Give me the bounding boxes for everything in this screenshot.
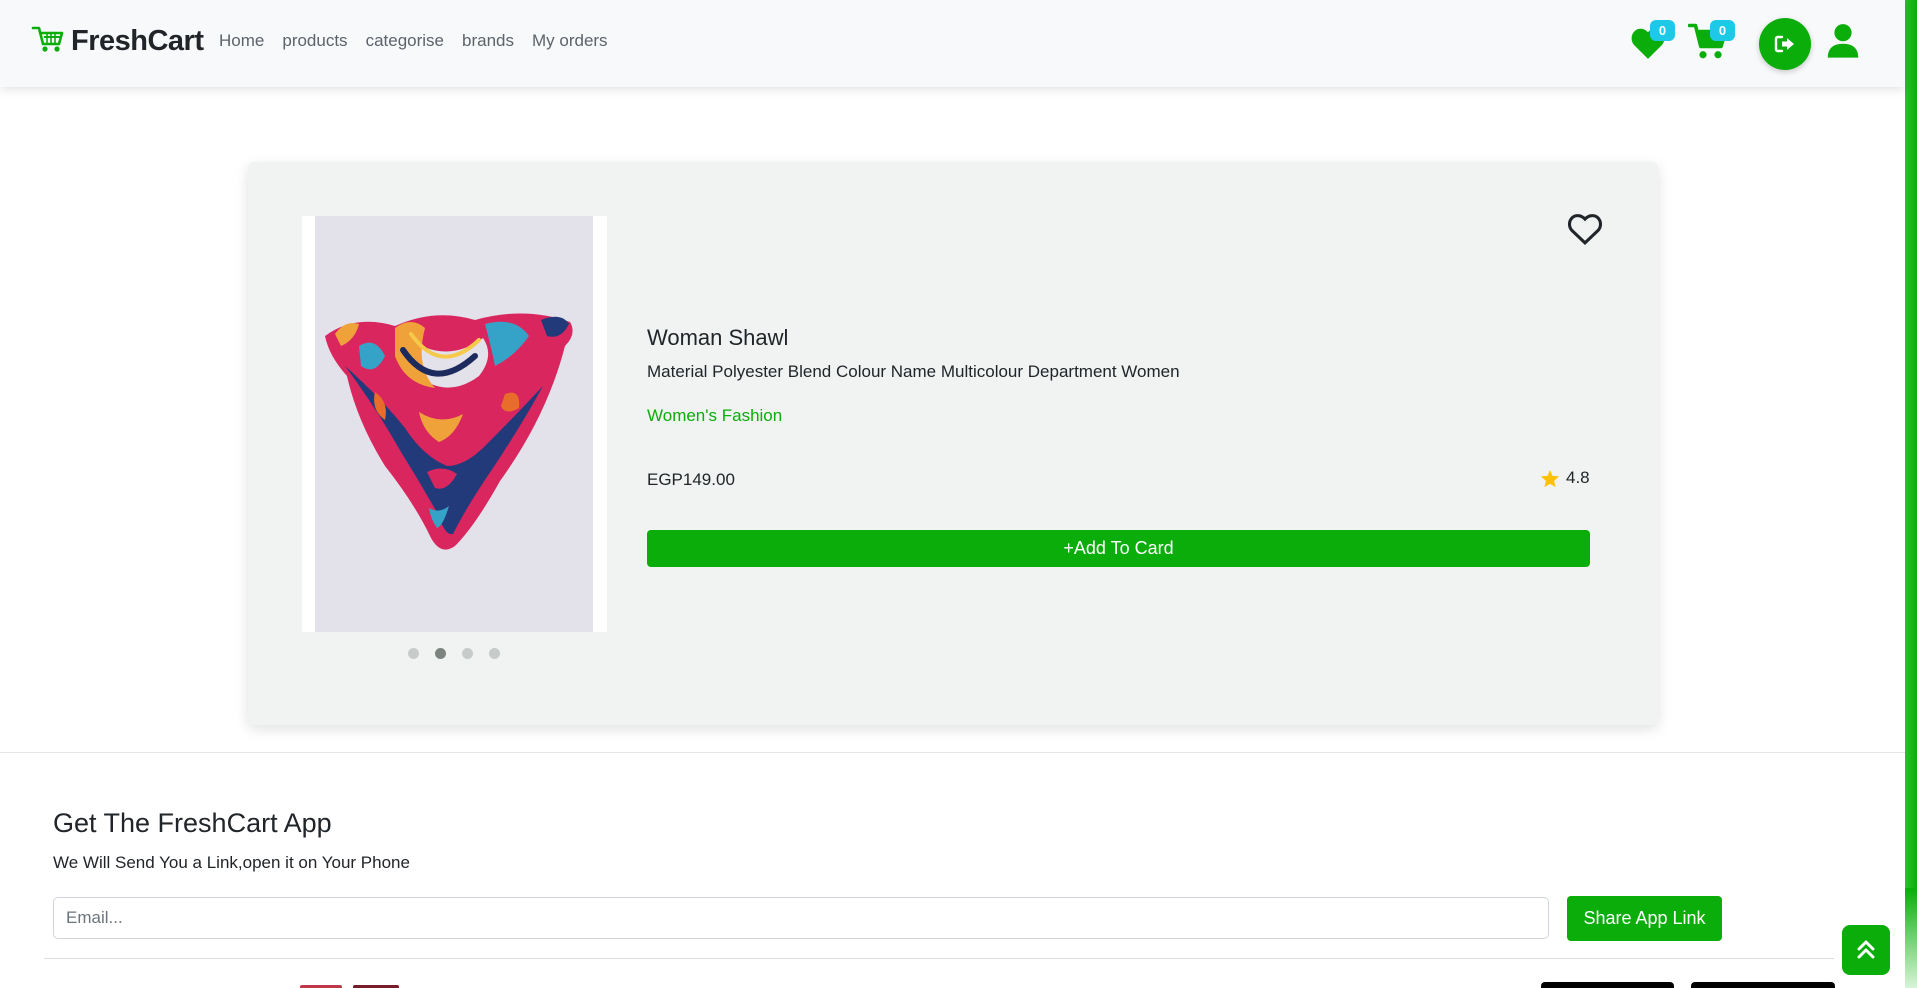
add-to-wishlist-button[interactable] [1566, 212, 1604, 251]
logout-icon [1774, 35, 1794, 53]
star-icon [1540, 469, 1560, 487]
product-description: Material Polyester Blend Colour Name Mul… [647, 362, 1180, 381]
user-icon [1827, 24, 1859, 58]
google-play-badge[interactable] [1691, 982, 1835, 988]
product-card: Woman Shawl Material Polyester Blend Col… [248, 162, 1658, 725]
scrollbar-thumb[interactable] [1905, 888, 1917, 988]
product-image-carousel[interactable] [302, 216, 607, 632]
nav-link-brands[interactable]: brands [462, 31, 514, 51]
page-scrollbar[interactable] [1905, 0, 1917, 988]
nav-link-my-orders[interactable]: My orders [532, 31, 608, 51]
nav-links: Home products categorise brands My order… [219, 31, 608, 51]
brand-name: FreshCart [71, 25, 204, 57]
carousel-dot[interactable] [489, 648, 500, 659]
carousel-dot[interactable] [408, 648, 419, 659]
heart-outline-icon [1567, 214, 1603, 246]
rating-value: 4.8 [1566, 468, 1590, 487]
carousel-dots [408, 648, 500, 659]
cart-count-badge: 0 [1710, 20, 1735, 41]
footer-title: Get The FreshCart App [53, 808, 332, 838]
brand-logo[interactable]: FreshCart [31, 24, 204, 59]
wishlist-button[interactable]: 0 [1629, 20, 1675, 66]
add-to-cart-button[interactable]: +Add To Card [647, 530, 1590, 567]
nav-link-home[interactable]: Home [219, 31, 264, 51]
product-category: Women's Fashion [647, 406, 783, 425]
nav-link-categories[interactable]: categorise [366, 31, 444, 51]
carousel-dot-active[interactable] [435, 648, 446, 659]
product-rating: 4.8 [1540, 468, 1590, 488]
navbar: FreshCart Home products categorise brand… [0, 0, 1905, 87]
cart-button[interactable]: 0 [1687, 20, 1735, 67]
product-title: Woman Shawl [647, 325, 789, 350]
footer: Get The FreshCart App We Will Send You a… [0, 752, 1905, 988]
product-price: EGP149.00 [647, 470, 735, 489]
logout-button[interactable] [1759, 18, 1811, 70]
app-store-badge[interactable] [1541, 982, 1674, 988]
product-image [315, 216, 593, 632]
scroll-to-top-button[interactable] [1842, 925, 1890, 975]
cart-logo-icon [31, 24, 65, 59]
footer-subtitle: We Will Send You a Link,open it on Your … [53, 853, 410, 872]
wishlist-count-badge: 0 [1650, 20, 1675, 41]
email-input[interactable] [53, 897, 1549, 939]
profile-button[interactable] [1826, 23, 1860, 64]
share-app-link-button[interactable]: Share App Link [1567, 896, 1722, 941]
nav-link-products[interactable]: products [282, 31, 347, 51]
carousel-dot[interactable] [462, 648, 473, 659]
double-chevron-up-icon [1857, 940, 1875, 959]
footer-divider [44, 958, 1834, 959]
